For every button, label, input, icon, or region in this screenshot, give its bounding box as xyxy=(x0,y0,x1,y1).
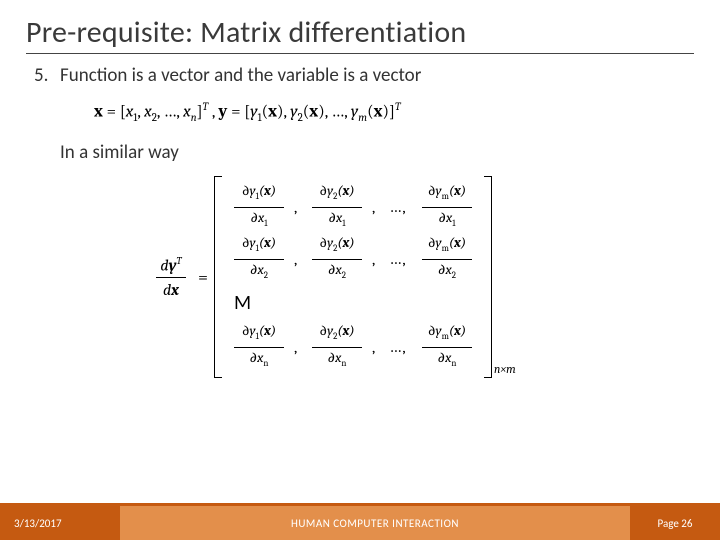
lhs-fraction: dyT dx xyxy=(156,255,186,299)
matrix-ellipsis-row: M xyxy=(228,288,478,318)
list-text: Function is a vector and the variable is… xyxy=(60,64,421,87)
footer-center: HUMAN COMPUTER INTERACTION xyxy=(120,506,630,540)
matrix-dimension: n×m xyxy=(494,362,516,376)
footer: 3/13/2017 HUMAN COMPUTER INTERACTION Pag… xyxy=(0,506,720,540)
matrix-row: ∂y1(x)∂x2, ∂y2(x)∂x2, …, ∂ym(x)∂x2 xyxy=(228,236,478,282)
matrix-row: ∂y1(x)∂x1, ∂y2(x)∂x1, …, ∂ym(x)∂x1 xyxy=(228,184,478,230)
footer-page: Page 26 xyxy=(630,506,720,540)
list-item: 5. Function is a vector and the variable… xyxy=(34,64,694,87)
footer-date: 3/13/2017 xyxy=(0,506,120,540)
slide-title: Pre-requisite: Matrix differentiation xyxy=(26,14,694,54)
matrix-bracket: ∂y1(x)∂x1, ∂y2(x)∂x1, …, ∂ym(x)∂x1 ∂y1(x… xyxy=(214,176,492,378)
equation-vectors: x = [x1, x2, …, xn]T , y = [y1(x), y2(x)… xyxy=(94,97,694,127)
equals-sign: = xyxy=(198,267,208,288)
list-number: 5. xyxy=(34,64,60,87)
matrix-row: ∂y1(x)∂xn, ∂y2(x)∂xn, …, ∂ym(x)∂xn xyxy=(228,324,478,370)
text-similar: In a similar way xyxy=(60,141,694,164)
equation-jacobian: dyT dx = ∂y1(x)∂x1, ∂y2(x)∂x1, …, ∂ym(x)… xyxy=(156,176,694,378)
